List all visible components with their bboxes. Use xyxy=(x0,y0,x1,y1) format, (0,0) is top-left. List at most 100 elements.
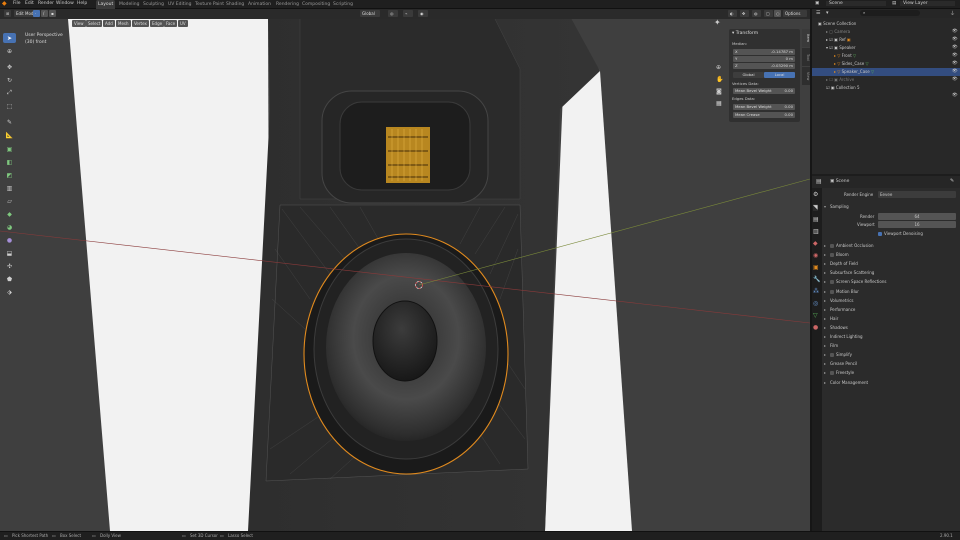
menu-face[interactable]: Face xyxy=(164,20,178,27)
material-tab-icon[interactable]: ● xyxy=(813,324,818,331)
tab-layout[interactable]: Layout xyxy=(96,0,116,9)
render-section-header[interactable]: ▸ Bloom xyxy=(822,250,960,259)
properties-editor-icon[interactable]: ▤ xyxy=(816,178,822,185)
snap-icon[interactable]: ⌁ xyxy=(403,10,413,17)
menu-view[interactable]: View xyxy=(72,20,86,27)
scene-tab-icon[interactable]: ◆ xyxy=(813,240,818,247)
outliner-row[interactable]: ▸ ☑ ▣ Ref ▣ xyxy=(812,36,960,44)
section-enable-checkbox[interactable] xyxy=(830,244,834,248)
menu-mesh[interactable]: Mesh xyxy=(116,20,131,27)
viewport-denoising-row[interactable]: Viewport Denoising xyxy=(822,229,960,238)
outliner-row[interactable]: ▸ ☐ ▣ Archive xyxy=(812,76,960,84)
render-section-header[interactable]: ▸ Volumetrics xyxy=(822,296,960,305)
tab-uv-editing[interactable]: UV Editing xyxy=(166,0,193,9)
render-section-header[interactable]: ▸ Grease Pencil xyxy=(822,359,960,368)
rotate-tool-icon[interactable]: ↻ xyxy=(3,75,16,85)
select-box-tool-icon[interactable]: ➤ xyxy=(3,33,16,43)
menu-window[interactable]: Window xyxy=(56,1,74,6)
render-section-header[interactable]: ▸ Performance xyxy=(822,305,960,314)
render-section-header[interactable]: ▸ Shadows xyxy=(822,323,960,332)
outliner-row[interactable]: ▾ ☑ ▣ Speaker xyxy=(812,44,960,52)
section-enable-checkbox[interactable] xyxy=(830,280,834,285)
knife-tool-icon[interactable]: ▱ xyxy=(3,196,16,206)
view-layer-selector[interactable]: View Layer xyxy=(900,1,955,6)
wireframe-shading-icon[interactable]: ○ xyxy=(774,10,781,17)
mean-crease-field[interactable]: Mean Crease 0.00 xyxy=(733,112,795,118)
vertex-select-icon[interactable]: · xyxy=(33,10,40,17)
median-z-field[interactable]: Z -0.03290 m xyxy=(733,63,795,69)
modifier-tab-icon[interactable]: 🔧 xyxy=(813,276,820,283)
smooth-tool-icon[interactable]: ● xyxy=(3,235,16,245)
visibility-icon[interactable]: ◐ xyxy=(728,10,737,17)
outliner-row[interactable]: ☑ ▣ Collection 5 xyxy=(812,84,960,92)
transform-panel-title[interactable]: ▾ Transform xyxy=(732,31,798,37)
viewport-samples-field[interactable]: 16 xyxy=(878,221,956,228)
menu-help[interactable]: Help xyxy=(77,1,87,6)
shrink-fatten-tool-icon[interactable]: ✣ xyxy=(3,261,16,271)
cursor-tool-icon[interactable]: ⊕ xyxy=(3,46,16,56)
menu-uv[interactable]: UV xyxy=(178,20,188,27)
outliner-row[interactable]: ▸ ▢ Camera xyxy=(812,28,960,36)
object-tab-icon[interactable]: ▣ xyxy=(813,264,819,271)
median-y-field[interactable]: Y 0 m xyxy=(733,56,795,62)
zoom-icon[interactable]: ⊕ xyxy=(716,64,721,71)
render-section-header[interactable]: ▸ Ambient Occlusion xyxy=(822,241,960,250)
local-toggle[interactable]: Local xyxy=(764,72,795,78)
menu-add[interactable]: Add xyxy=(103,20,115,27)
data-tab-icon[interactable]: ▽ xyxy=(813,312,818,319)
pan-hand-icon[interactable]: ✋ xyxy=(716,76,723,83)
extrude-tool-icon[interactable]: ▣ xyxy=(3,144,16,154)
particles-tab-icon[interactable]: ⁂ xyxy=(813,288,819,295)
proportional-edit-icon[interactable]: ◉ xyxy=(418,10,428,17)
tab-tool[interactable]: Tool xyxy=(802,48,810,66)
render-section-header[interactable]: ▸ Simplify xyxy=(822,350,960,359)
edge-slide-tool-icon[interactable]: ⬓ xyxy=(3,248,16,258)
editor-type-icon[interactable]: ⊞ xyxy=(4,10,12,17)
3d-viewport[interactable] xyxy=(0,9,810,531)
global-toggle[interactable]: Global xyxy=(733,72,764,78)
transform-tool-icon[interactable]: ⬚ xyxy=(3,101,16,111)
output-tab-icon[interactable]: ▤ xyxy=(813,216,819,223)
filter-icon[interactable]: ⏚ xyxy=(950,10,955,17)
viewport-denoising-checkbox[interactable] xyxy=(878,232,882,236)
render-section-header[interactable]: ▸ Hair xyxy=(822,314,960,323)
tab-view[interactable]: View xyxy=(802,67,810,85)
render-engine-dropdown[interactable]: Eevee xyxy=(878,191,956,198)
menu-edge[interactable]: Edge xyxy=(150,20,165,27)
render-section-header[interactable]: ▸ Subsurface Scattering xyxy=(822,268,960,277)
blender-logo-icon[interactable]: ◆ xyxy=(2,0,7,7)
tab-rendering[interactable]: Rendering xyxy=(274,0,301,9)
inset-tool-icon[interactable]: ◧ xyxy=(3,157,16,167)
menu-render[interactable]: Render xyxy=(38,1,54,6)
render-section-header[interactable]: ▸ Freestyle xyxy=(822,368,960,377)
tab-item[interactable]: Item xyxy=(802,29,810,47)
xray-icon[interactable]: ▢ xyxy=(764,10,773,17)
gizmo-icon[interactable]: ✥ xyxy=(740,10,749,17)
render-section-header[interactable]: ▸ Depth of Field xyxy=(822,259,960,268)
tab-modeling[interactable]: Modeling xyxy=(117,0,141,9)
shear-tool-icon[interactable]: ⬟ xyxy=(3,274,16,284)
loop-cut-tool-icon[interactable]: ▥ xyxy=(3,183,16,193)
tab-texture-paint[interactable]: Texture Paint xyxy=(193,0,226,9)
render-section-header[interactable]: ▸ Indirect Lighting xyxy=(822,332,960,341)
bevel-tool-icon[interactable]: ◩ xyxy=(3,170,16,180)
tool-tab-icon[interactable]: ⚙ xyxy=(813,191,818,198)
render-section-header[interactable]: ▸ Motion Blur xyxy=(822,287,960,296)
section-enable-checkbox[interactable] xyxy=(830,289,834,294)
outliner-search-input[interactable]: ⌕ xyxy=(860,10,920,16)
menu-vertex[interactable]: Vertex xyxy=(132,20,149,27)
sampling-panel-header[interactable]: ▾ Sampling xyxy=(822,202,960,211)
section-enable-checkbox[interactable] xyxy=(830,353,834,358)
render-tab-icon[interactable]: ◥ xyxy=(813,204,818,211)
tab-sculpting[interactable]: Sculpting xyxy=(141,0,166,9)
measure-tool-icon[interactable]: 📐 xyxy=(3,130,16,140)
options-dropdown[interactable]: Options xyxy=(783,10,807,17)
orientation-selector[interactable]: Global xyxy=(360,10,380,17)
poly-build-tool-icon[interactable]: ◆ xyxy=(3,209,16,219)
median-x-field[interactable]: X -0.14787 m xyxy=(733,49,795,55)
visibility-eye-icon[interactable]: 👁 👁 👁 👁 👁 👁 👁 👁 xyxy=(952,28,958,100)
outliner-row[interactable]: ▸ ▽ Front ▽ xyxy=(812,52,960,60)
scene-selector[interactable]: Scene xyxy=(826,1,886,6)
outliner-row[interactable]: ▸ ▽ Speaker_Case ▽ xyxy=(812,68,960,76)
tab-shading[interactable]: Shading xyxy=(224,0,246,9)
